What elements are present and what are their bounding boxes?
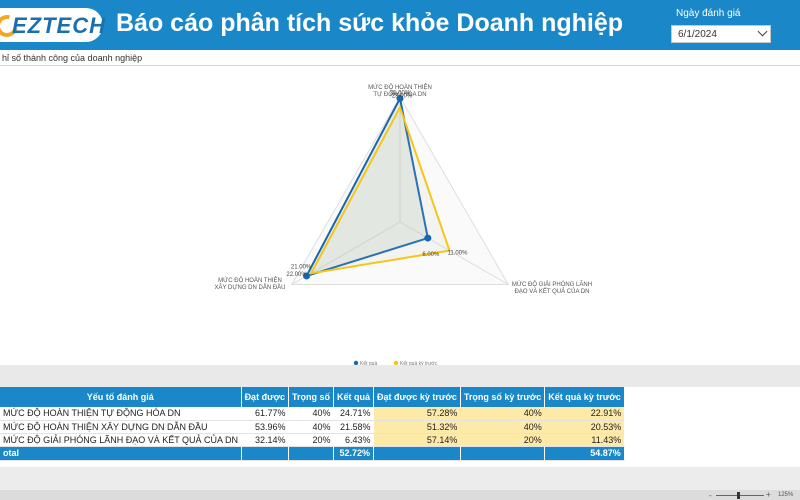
total-label: otal — [0, 446, 242, 461]
cell-result: 24.71% — [333, 407, 374, 421]
radar-data-label: 22.00% — [286, 272, 307, 278]
col-header-prev-weight[interactable]: Trọng số kỳ trước — [460, 387, 546, 407]
col-header-factor[interactable]: Yếu tố đánh giá — [0, 387, 242, 407]
table-row[interactable]: MỨC ĐỘ HOÀN THIỆN TỰ ĐỘNG HÓA DN 61.77% … — [0, 407, 625, 421]
cell-weight: 20% — [288, 433, 334, 447]
radar-axis-label: MỨC ĐỘ HOÀN THIỆN — [218, 276, 282, 284]
zoom-slider[interactable] — [716, 495, 764, 496]
table-header-row: Yếu tố đánh giá Đạt được Trọng số Kết qu… — [0, 387, 625, 407]
page-title: Báo cáo phân tích sức khỏe Doanh nghiệp — [116, 9, 624, 37]
cell-prev-result: 22.91% — [544, 407, 625, 421]
radar-axis-label: MỨC ĐỘ GIẢI PHÓNG LÃNH — [512, 281, 592, 288]
col-header-prev-result[interactable]: Kết quả kỳ trước — [544, 387, 625, 407]
total-achieved — [241, 446, 289, 461]
col-header-weight[interactable]: Trọng số — [288, 387, 334, 407]
radar-chart: 25.00%6.00%22.00%23.00%11.00%21.00%MỨC Đ… — [214, 83, 592, 367]
radar-axis-label: MỨC ĐỘ HOÀN THIỆN — [368, 83, 432, 91]
radar-data-label: 6.00% — [422, 252, 440, 258]
total-weight — [288, 446, 334, 461]
zoom-level: 125% — [778, 492, 794, 498]
total-prev-weight — [460, 446, 546, 461]
cell-factor: MỨC ĐỘ HOÀN THIỆN TỰ ĐỘNG HÓA DN — [0, 407, 242, 421]
col-header-prev-achieved[interactable]: Đạt được kỳ trước — [373, 387, 461, 407]
cell-prev-weight: 40% — [460, 407, 545, 421]
cell-achieved: 53.96% — [241, 420, 289, 434]
date-filter-value: 6/1/2024 — [678, 29, 717, 40]
cell-factor: MỨC ĐỘ HOÀN THIỆN XÂY DỰNG DN DẪN ĐẦU — [0, 420, 242, 434]
date-filter-label: Ngày đánh giá — [676, 8, 741, 19]
eztech-logo: EZTECH — [0, 8, 106, 42]
radar-data-label: 11.00% — [448, 251, 469, 257]
chevron-down-icon — [757, 26, 768, 37]
table-row[interactable]: MỨC ĐỘ HOÀN THIỆN XÂY DỰNG DN DẪN ĐẦU 53… — [0, 420, 625, 434]
date-filter-dropdown[interactable]: 6/1/2024 — [671, 25, 771, 43]
cell-factor: MỨC ĐỘ GIẢI PHÓNG LÃNH ĐẠO VÀ KẾT QUẢ CỦ… — [0, 433, 242, 447]
cell-prev-achieved: 51.32% — [373, 420, 461, 434]
cell-prev-achieved: 57.14% — [373, 433, 461, 447]
radar-point — [424, 234, 432, 242]
total-result: 52.72% — [333, 446, 375, 461]
radar-axis-label: XÂY DỰNG DN DẪN ĐẦU — [214, 284, 285, 291]
cell-prev-achieved: 57.28% — [373, 407, 461, 421]
cell-weight: 40% — [288, 407, 334, 421]
cell-achieved: 61.77% — [241, 407, 289, 421]
chart-subtitle: hỉ số thành công của doanh nghiệp — [0, 51, 800, 66]
cell-prev-result: 20.53% — [544, 420, 625, 434]
evaluation-table-panel: Yếu tố đánh giá Đạt được Trọng số Kết qu… — [0, 387, 800, 467]
cell-prev-weight: 20% — [460, 433, 545, 447]
radar-chart-panel: 25.00% 6.00% 22.00% 23.00% 11.00% 21.00% MỨC Đ… — [0, 67, 800, 367]
total-prev-result: 54.87% — [544, 446, 625, 461]
zoom-in-button[interactable]: + — [766, 490, 771, 499]
cell-result: 21.58% — [333, 420, 374, 434]
zoom-out-button[interactable]: - — [709, 491, 712, 500]
table-row[interactable]: MỨC ĐỘ GIẢI PHÓNG LÃNH ĐẠO VÀ KẾT QUẢ CỦ… — [0, 433, 625, 447]
radar-axis-label: ĐẠO VÀ KẾT QUẢ CỦA DN — [515, 288, 590, 295]
table-total-row: otal 52.72% 54.87% — [0, 446, 625, 461]
radar-axis-label: TỰ ĐỘNG HÓA DN — [373, 91, 426, 98]
cell-prev-weight: 40% — [460, 420, 545, 434]
total-prev-achieved — [373, 446, 461, 461]
section-divider — [0, 365, 800, 387]
cell-weight: 40% — [288, 420, 334, 434]
cell-prev-result: 11.43% — [544, 433, 625, 447]
status-bar — [0, 490, 800, 500]
col-header-achieved[interactable]: Đạt được — [241, 387, 289, 407]
report-header: EZTECH Báo cáo phân tích sức khỏe Doanh … — [0, 0, 800, 50]
cell-achieved: 32.14% — [241, 433, 289, 447]
radar-data-label: 21.00% — [291, 264, 312, 270]
col-header-result[interactable]: Kết quả — [333, 387, 375, 407]
cell-result: 6.43% — [333, 433, 374, 447]
logo-text: EZTECH — [12, 13, 106, 38]
zoom-slider-thumb[interactable] — [737, 492, 740, 499]
evaluation-table: Yếu tố đánh giá Đạt được Trọng số Kết qu… — [0, 387, 625, 461]
